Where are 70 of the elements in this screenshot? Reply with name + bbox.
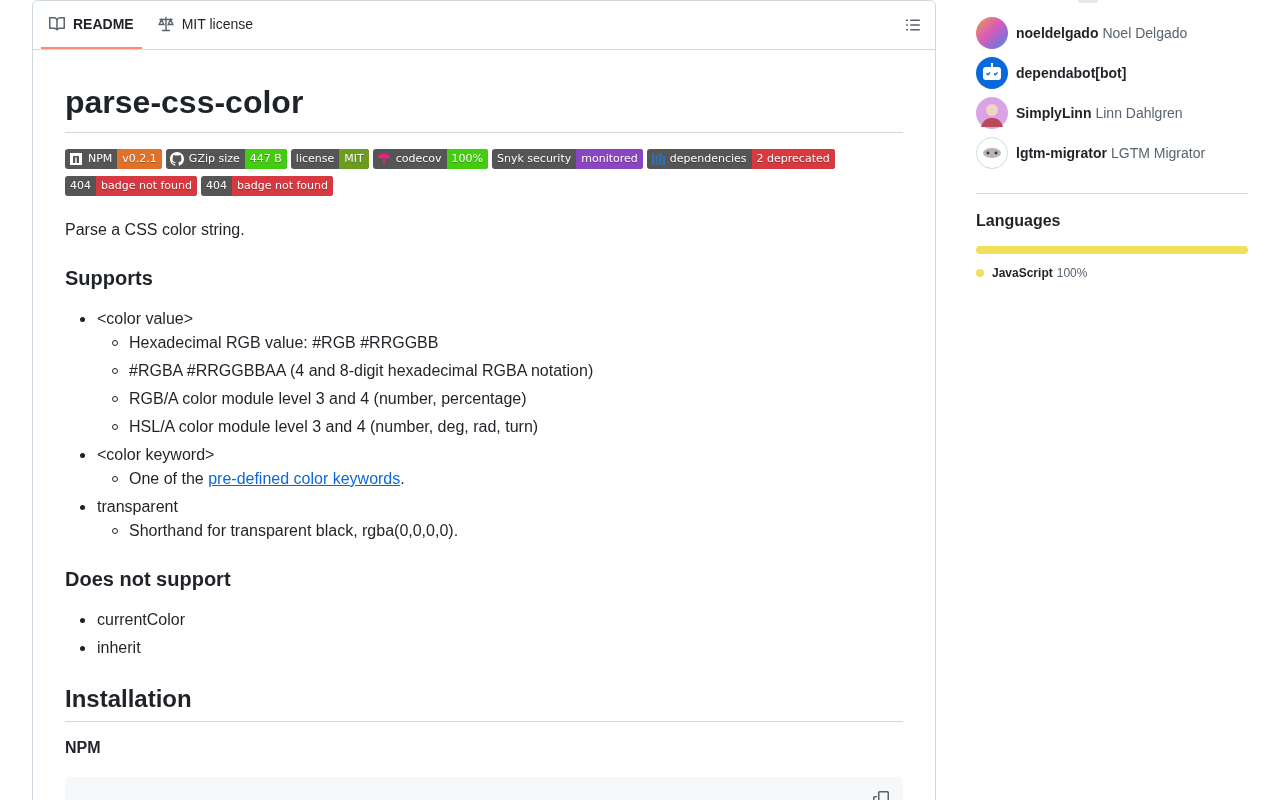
list-item-text: RGB/A color module level 3 and 4 (number, percentage) bbox=[129, 389, 527, 409]
languages-heading: Languages bbox=[976, 211, 1062, 231]
github-logo-icon bbox=[169, 152, 184, 166]
bullet-icon bbox=[80, 617, 85, 623]
contributor-login[interactable]: noeldelgado bbox=[1016, 25, 1099, 41]
list-item-text: transparent bbox=[97, 497, 178, 517]
list-item-text: Shorthand for transparent black, rgba(0,0,0,0). bbox=[129, 521, 459, 541]
list-item-text: #RGBA #RRGGBBAA (4 and 8-digit hexadecimal RGBA notation) bbox=[129, 361, 594, 381]
badge-label: Snyk security bbox=[496, 151, 573, 167]
list-item-text: <color keyword> bbox=[97, 445, 215, 465]
badge-label: codecov bbox=[394, 151, 443, 167]
umbrella-icon bbox=[376, 152, 391, 166]
list-icon bbox=[905, 17, 921, 33]
status-badge[interactable]: dependencies 2 deprecated bbox=[646, 149, 835, 169]
badge-value: badge not found bbox=[232, 176, 333, 196]
badge-value: v0.2.1 bbox=[117, 149, 162, 169]
status-badge[interactable]: NPM v0.2.1 bbox=[65, 149, 162, 169]
badge-value: monitored bbox=[576, 149, 643, 169]
bullet-icon bbox=[80, 452, 85, 458]
section-heading: Installation bbox=[65, 684, 903, 722]
badge-label: NPM bbox=[87, 151, 114, 167]
language-percent: 100% bbox=[1056, 265, 1088, 282]
list-item-text: HSL/A color module level 3 and 4 (number, deg, rad, turn) bbox=[129, 417, 539, 437]
contributor-name: Linn Dahlgren bbox=[1095, 105, 1183, 121]
bullet-icon bbox=[80, 645, 85, 651]
book-icon bbox=[49, 16, 65, 32]
list-item-text: inherit bbox=[97, 638, 141, 658]
avatar-icon[interactable] bbox=[976, 97, 1008, 129]
description-text: Parse a CSS color string. bbox=[65, 220, 246, 240]
badge-label: 404 bbox=[69, 178, 92, 194]
contributor-login[interactable]: lgtm-migrator bbox=[1016, 145, 1107, 161]
subsection-heading: NPM bbox=[65, 738, 102, 758]
badge-value: 100% bbox=[446, 149, 488, 169]
robot-avatar-icon[interactable] bbox=[976, 57, 1008, 89]
status-badge[interactable]: 404 badge not found bbox=[201, 176, 333, 196]
status-badge[interactable]: GZip size 447 B bbox=[165, 149, 287, 169]
contributor-name: LGTM Migrator bbox=[1111, 145, 1206, 161]
badge-label: GZip size bbox=[187, 151, 241, 167]
bars-icon bbox=[650, 152, 665, 166]
status-badge[interactable]: license MIT bbox=[290, 149, 369, 169]
status-badge[interactable]: Snyk security monitored bbox=[492, 149, 643, 169]
contributor-name: Noel Delgado bbox=[1102, 25, 1188, 41]
list-item-text: Hexadecimal RGB value: #RGB #RRGGBB bbox=[129, 333, 439, 353]
tab[interactable]: MIT license bbox=[149, 1, 261, 49]
bullet-icon bbox=[80, 316, 85, 322]
tab[interactable]: README bbox=[41, 1, 142, 49]
badge-label: dependencies bbox=[668, 151, 748, 167]
npm-logo-icon bbox=[69, 152, 83, 166]
section-heading: Does not support bbox=[65, 567, 232, 592]
contributor-login[interactable]: dependabot[bot] bbox=[1016, 65, 1127, 81]
contributor-login[interactable]: SimplyLinn bbox=[1016, 105, 1092, 121]
list-item-text: currentColor bbox=[97, 610, 186, 630]
badge-label: license bbox=[294, 151, 336, 167]
language-name[interactable]: JavaScript bbox=[992, 264, 1053, 282]
badge-value: 447 B bbox=[244, 149, 287, 169]
badge-value: MIT bbox=[339, 149, 369, 169]
status-badge[interactable]: 404 badge not found bbox=[65, 176, 197, 196]
list-item-text: One of the pre-defined color keywords. bbox=[129, 469, 405, 489]
list-item-text: <color value> bbox=[97, 309, 194, 329]
scale-icon bbox=[157, 16, 174, 32]
badge-label: 404 bbox=[205, 178, 228, 194]
keywords-link[interactable]: pre-defined color keywords bbox=[208, 470, 401, 487]
avatar-icon[interactable] bbox=[976, 17, 1008, 49]
section-heading: Supports bbox=[65, 266, 154, 291]
badge-value: 2 deprecated bbox=[751, 149, 835, 169]
readme-title: parse-css-color bbox=[65, 82, 903, 133]
badge-value: badge not found bbox=[96, 176, 197, 196]
bullet-icon bbox=[80, 504, 85, 510]
status-badge[interactable]: codecov 100% bbox=[372, 149, 488, 169]
avatar-icon[interactable] bbox=[976, 137, 1008, 169]
